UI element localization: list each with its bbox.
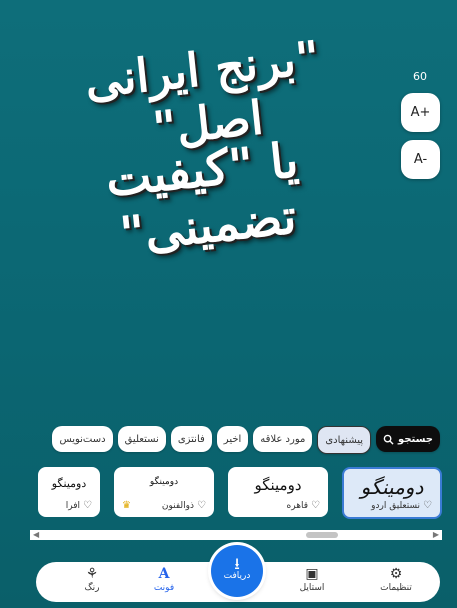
font-sample: دومینگو [149, 477, 179, 487]
font-filter-bar: جستجو پیشنهادی مورد علاقه اخیر فانتزی نس… [30, 426, 440, 454]
filter-chip-fantasy[interactable]: فانتزی [170, 426, 212, 452]
filter-chip-handwritten[interactable]: دست‌نویس [52, 426, 113, 452]
download-icon: ⭳ [234, 554, 240, 573]
font-list-scrollbar[interactable]: ◀ ▶ [30, 530, 442, 540]
font-name: قاهره [286, 500, 309, 511]
filter-chip-nastaliq[interactable]: نستعلیق [117, 426, 166, 452]
font-card-afra[interactable]: دومینگو ♡ افرا [38, 467, 100, 517]
heart-icon[interactable]: ♡ [197, 500, 206, 511]
decrease-size-button[interactable]: A- [401, 140, 440, 179]
scroll-right-arrow-icon[interactable]: ▶ [433, 530, 439, 540]
increase-size-button[interactable]: A+ [401, 93, 440, 132]
heart-icon[interactable]: ♡ [423, 500, 432, 511]
search-chip[interactable]: جستجو [376, 426, 440, 452]
nav-settings-label: تنظیمات [380, 583, 412, 593]
search-chip-label: جستجو [398, 433, 433, 445]
nav-settings[interactable]: ⚙ تنظیمات [366, 566, 426, 593]
nav-font[interactable]: A فونت [134, 566, 194, 593]
nav-style[interactable]: ▣ استایل [282, 566, 342, 593]
font-icon: A [158, 566, 170, 582]
font-sample: دومینگو [360, 475, 424, 499]
filter-chip-favorites[interactable]: مورد علاقه [253, 426, 313, 452]
nav-color-label: رنگ [84, 583, 100, 593]
nav-font-label: فونت [153, 583, 175, 593]
font-card-qahereh[interactable]: دومینگو ♡ قاهره [228, 467, 328, 517]
search-icon [383, 434, 394, 445]
scrollbar-thumb[interactable] [306, 532, 338, 538]
font-card-list: دومینگو ♡ نستعلیق اردو دومینگو ♡ قاهره دوم… [30, 467, 442, 520]
download-button[interactable]: ⭳ دریافت [211, 545, 263, 597]
font-sample: دومینگو [254, 476, 302, 494]
style-icon: ▣ [305, 566, 319, 582]
font-name: نستعلیق اردو [371, 500, 421, 511]
filter-chip-suggested[interactable]: پیشنهادی [317, 426, 372, 454]
font-name: ذوالفنون [161, 500, 195, 511]
scroll-left-arrow-icon[interactable]: ◀ [33, 530, 39, 540]
gear-icon: ⚙ [389, 566, 403, 582]
font-name: افرا [65, 500, 81, 511]
nav-color[interactable]: ⚘ رنگ [62, 566, 122, 593]
font-card-zolfonoon[interactable]: دومینگو ♡ ذوالفنون ♛ [114, 467, 214, 517]
heart-icon[interactable]: ♡ [83, 500, 92, 511]
palette-icon: ⚘ [85, 566, 99, 582]
crown-icon: ♛ [122, 500, 131, 511]
nav-style-label: استایل [299, 583, 325, 593]
font-sample: دومینگو [51, 477, 87, 490]
heart-icon[interactable]: ♡ [311, 500, 320, 511]
font-card-nastaliq-urdu[interactable]: دومینگو ♡ نستعلیق اردو [342, 467, 442, 519]
text-size-value: 60 [413, 70, 427, 83]
download-label: دریافت [223, 571, 251, 581]
text-canvas[interactable]: "برنج ایرانی اصل" یا "کیفیت تضمینی" [0, 0, 457, 420]
filter-chip-recent[interactable]: اخیر [216, 426, 249, 452]
